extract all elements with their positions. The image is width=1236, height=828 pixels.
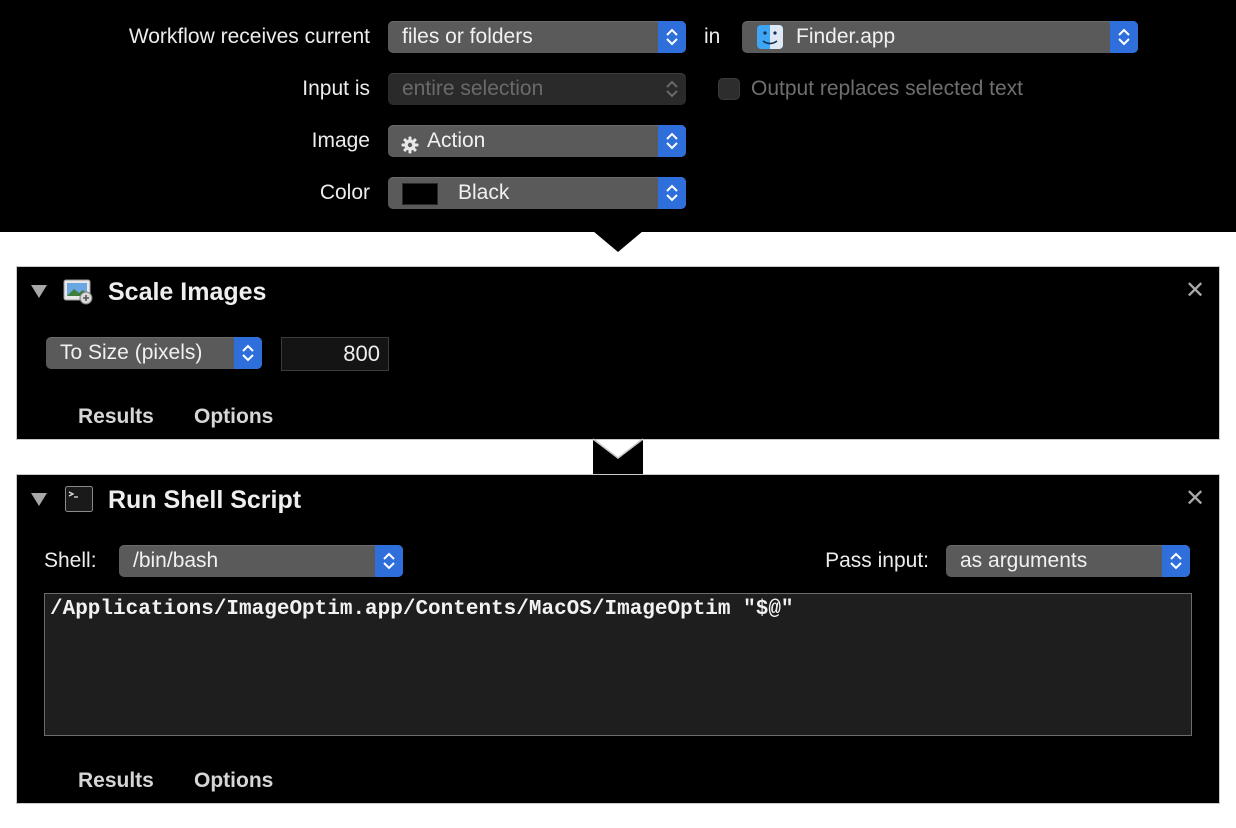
- close-icon[interactable]: ✕: [1185, 487, 1205, 511]
- image-popup[interactable]: Action: [388, 125, 686, 157]
- app-value: Finder.app: [796, 25, 896, 48]
- pass-input-popup[interactable]: as arguments: [946, 545, 1190, 577]
- size-input[interactable]: 800: [281, 337, 389, 371]
- run-shell-script-action: Run Shell Script ✕ Shell: /bin/bash Pass…: [16, 474, 1220, 804]
- color-swatch: [402, 183, 438, 205]
- shell-value: /bin/bash: [133, 549, 219, 572]
- chevron-updown-icon: [658, 73, 686, 105]
- disclosure-triangle-icon[interactable]: [31, 493, 47, 506]
- gear-icon: [401, 132, 419, 164]
- color-label: Color: [319, 181, 370, 204]
- input-value: entire selection: [402, 77, 544, 100]
- chevron-updown-icon: [658, 177, 686, 209]
- finder-icon: [757, 25, 783, 59]
- pass-input-value: as arguments: [960, 549, 1088, 572]
- receives-value: files or folders: [402, 25, 533, 48]
- input-popup[interactable]: entire selection: [388, 73, 686, 105]
- output-replaces-checkbox[interactable]: [718, 78, 740, 100]
- color-popup[interactable]: Black: [388, 177, 686, 209]
- terminal-icon: [65, 486, 93, 517]
- output-replaces-label: Output replaces selected text: [751, 77, 1023, 100]
- scale-images-action: Scale Images ✕ To Size (pixels) 800 Resu…: [16, 266, 1220, 440]
- workflow-header: Workflow receives current files or folde…: [0, 0, 1236, 232]
- chevron-updown-icon: [1110, 21, 1138, 53]
- input-label: Input is: [302, 77, 370, 100]
- flow-connector: [593, 231, 643, 252]
- image-label: Image: [311, 129, 370, 152]
- shell-label: Shell:: [44, 549, 97, 572]
- flow-connector: [593, 438, 643, 478]
- scale-mode-popup[interactable]: To Size (pixels): [46, 337, 262, 369]
- image-value: Action: [427, 129, 486, 152]
- chevron-updown-icon: [375, 545, 403, 577]
- receives-popup[interactable]: files or folders: [388, 21, 686, 53]
- chevron-updown-icon: [658, 125, 686, 157]
- script-editor[interactable]: /Applications/ImageOptim.app/Contents/Ma…: [44, 593, 1192, 736]
- results-tab[interactable]: Results: [78, 767, 154, 795]
- in-label: in: [704, 25, 721, 48]
- action-title: Run Shell Script: [108, 486, 302, 514]
- close-icon[interactable]: ✕: [1185, 279, 1205, 303]
- results-tab[interactable]: Results: [78, 403, 154, 431]
- scale-images-icon: [63, 277, 93, 310]
- app-popup[interactable]: Finder.app: [742, 21, 1138, 53]
- options-tab[interactable]: Options: [194, 767, 273, 795]
- scale-mode-value: To Size (pixels): [60, 341, 203, 364]
- shell-popup[interactable]: /bin/bash: [119, 545, 403, 577]
- pass-input-label: Pass input:: [825, 549, 929, 572]
- color-value: Black: [458, 181, 510, 204]
- options-tab[interactable]: Options: [194, 403, 273, 431]
- disclosure-triangle-icon[interactable]: [31, 285, 47, 298]
- chevron-updown-icon: [234, 337, 262, 369]
- receives-label: Workflow receives current: [128, 25, 370, 48]
- action-title: Scale Images: [108, 278, 267, 306]
- chevron-updown-icon: [658, 21, 686, 53]
- chevron-updown-icon: [1162, 545, 1190, 577]
